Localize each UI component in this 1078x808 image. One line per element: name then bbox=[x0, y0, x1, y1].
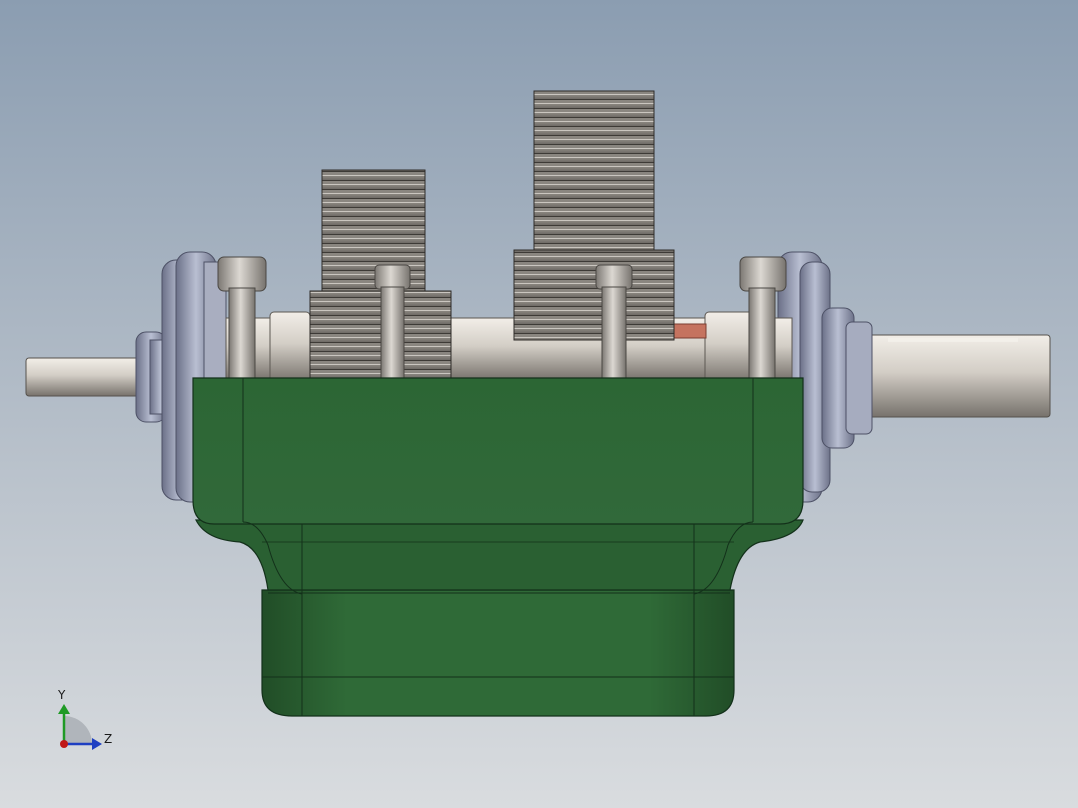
triad-y-label: Y bbox=[58, 688, 66, 702]
right-shaft[interactable] bbox=[859, 334, 1051, 418]
right-upper-gear[interactable] bbox=[533, 90, 655, 254]
view-orientation-triad bbox=[58, 704, 102, 750]
right-lower-gear[interactable] bbox=[513, 249, 675, 341]
graphics-viewport[interactable]: Y Z bbox=[0, 0, 1078, 808]
gearbox-housing[interactable] bbox=[192, 377, 804, 717]
triad-z-label: Z bbox=[104, 732, 113, 746]
cad-model-view[interactable] bbox=[0, 0, 1078, 808]
left-shaft[interactable] bbox=[25, 357, 147, 397]
x-axis-icon bbox=[60, 740, 68, 748]
